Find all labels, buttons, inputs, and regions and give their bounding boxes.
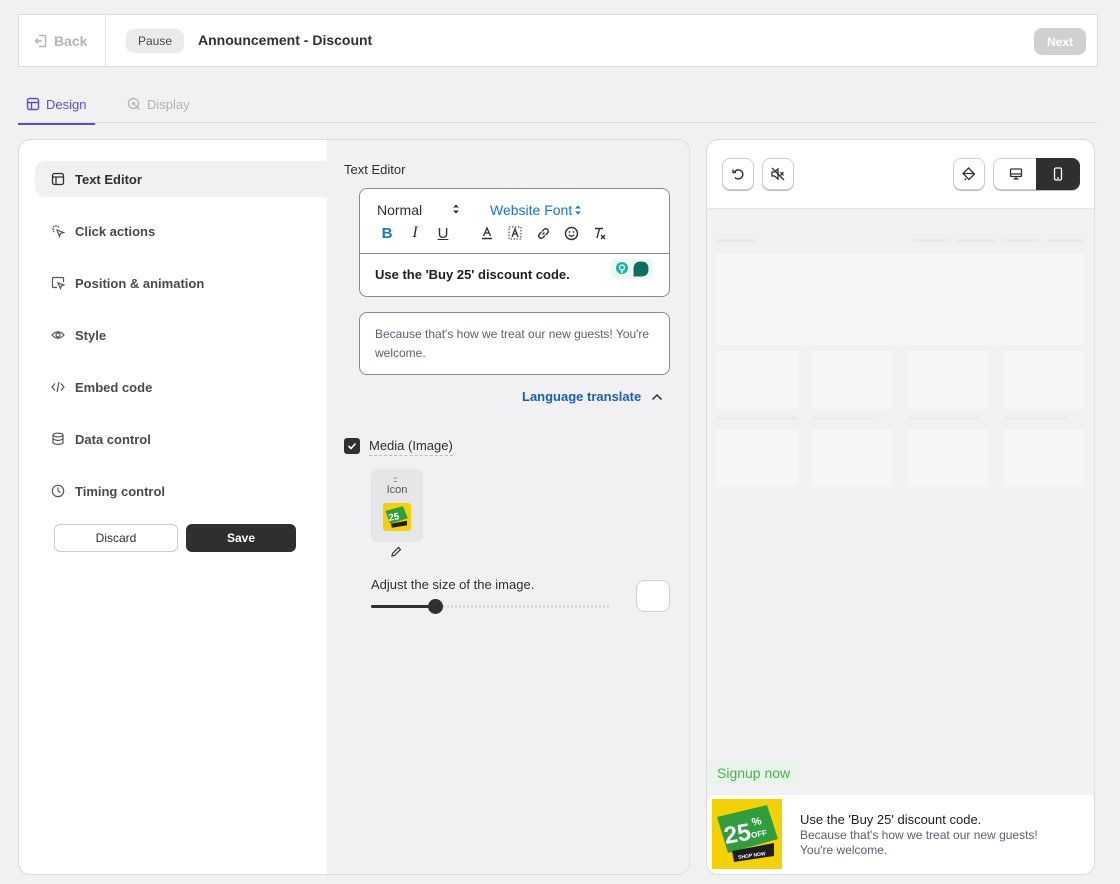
image-tile-label: Icon	[386, 484, 408, 496]
paint-bucket-icon	[962, 167, 976, 181]
preview-canvas: Signup now 25 % OFF SHOP NOW Use the 'Bu…	[707, 208, 1094, 874]
undo-button[interactable]	[722, 158, 754, 190]
cursor-window-icon	[51, 276, 65, 290]
select-arrows-icon	[452, 202, 460, 216]
chevron-up-icon	[652, 393, 663, 400]
chat-icon	[633, 261, 649, 277]
sidebar-item-label: Data control	[75, 431, 151, 447]
pause-button[interactable]: Pause	[126, 29, 185, 53]
rich-text-editor: Normal Website Font B I U Use the 'Buy 2…	[359, 188, 670, 297]
monitor-icon	[1009, 168, 1022, 180]
format-toolbar: B I U	[373, 224, 613, 242]
tab-display[interactable]: Display	[127, 92, 190, 116]
design-icon	[26, 97, 40, 111]
sidebar-item-label: Click actions	[75, 223, 156, 239]
tab-bar: Design Display	[17, 86, 1098, 125]
sidebar-item-position-animation[interactable]: Position & animation	[35, 265, 327, 301]
tab-design-label: Design	[46, 96, 87, 112]
eye-icon	[51, 331, 65, 339]
top-bar: Back Pause Announcement - Discount Next	[18, 14, 1098, 67]
clock-icon	[51, 484, 65, 498]
image-size-input[interactable]	[636, 580, 670, 612]
page-title: Announcement - Discount	[198, 32, 373, 48]
device-toggle	[993, 158, 1080, 190]
edit-image-button[interactable]	[390, 546, 402, 558]
sidebar-item-label: Embed code	[75, 379, 153, 395]
section-title: Text Editor	[344, 162, 406, 177]
exit-icon	[34, 34, 47, 47]
clear-format-button[interactable]	[585, 224, 613, 242]
sidebar-item-embed-code[interactable]: Embed code	[35, 369, 327, 405]
bulb-icon	[616, 262, 628, 274]
database-icon	[52, 432, 64, 446]
preview-panel: Signup now 25 % OFF SHOP NOW Use the 'Bu…	[706, 139, 1095, 875]
text-color-button[interactable]	[473, 224, 501, 242]
back-label: Back	[54, 32, 88, 49]
font-select[interactable]: Website Font	[490, 202, 582, 218]
image-size-slider-fill	[371, 605, 436, 608]
next-button[interactable]: Next	[1034, 28, 1086, 55]
highlight-icon	[508, 226, 522, 240]
style-fill-button[interactable]	[953, 158, 985, 190]
undo-icon	[732, 169, 744, 180]
sidebar-item-label: Timing control	[75, 483, 166, 499]
save-button[interactable]: Save	[186, 524, 296, 552]
badge-number: 25	[722, 819, 753, 850]
announcement-bar-preview: 25 % OFF SHOP NOW Use the 'Buy 25' disco…	[707, 795, 1094, 874]
tab-design[interactable]: Design	[17, 92, 97, 125]
link-button[interactable]	[529, 224, 557, 242]
text-color-icon	[482, 226, 492, 240]
signup-now-link[interactable]: Signup now	[711, 761, 797, 785]
image-tile[interactable]: ::: Icon 25	[371, 469, 423, 542]
sidebar-item-text-editor[interactable]: Text Editor	[35, 161, 327, 197]
sound-toggle-button[interactable]	[762, 158, 794, 190]
emoji-button[interactable]	[557, 224, 585, 242]
sidebar-item-label: Text Editor	[75, 171, 142, 187]
bar-description: Because that's how we treat our new gues…	[800, 828, 1038, 857]
language-translate-label: Language translate	[522, 389, 642, 404]
desktop-view-button[interactable]	[994, 159, 1037, 189]
smile-icon	[564, 226, 578, 240]
sidebar-item-click-actions[interactable]: Click actions	[35, 213, 327, 249]
font-select-label: Website Font	[490, 202, 573, 218]
discard-button[interactable]: Discard	[54, 524, 178, 552]
mute-icon	[771, 167, 785, 181]
back-button[interactable]: Back	[19, 15, 106, 66]
highlight-button[interactable]	[501, 224, 529, 242]
pencil-icon	[391, 546, 402, 557]
image-size-label: Adjust the size of the image.	[371, 577, 535, 592]
bar-headline: Use the 'Buy 25' discount code.	[800, 812, 982, 827]
drag-handle-icon[interactable]: :::	[393, 475, 398, 484]
click-icon	[52, 225, 65, 238]
display-icon	[127, 97, 140, 110]
headline-text[interactable]: Use the 'Buy 25' discount code.	[375, 267, 570, 282]
assistant-icons[interactable]	[611, 259, 653, 279]
link-icon	[537, 227, 549, 239]
settings-panel: Text Editor Click actions Position & ani…	[18, 139, 690, 875]
sidebar-item-data-control[interactable]: Data control	[35, 421, 327, 457]
bold-button[interactable]: B	[373, 224, 401, 242]
select-arrows-icon	[575, 205, 582, 215]
discount-badge-thumbnail: 25	[383, 503, 411, 531]
underline-button[interactable]: U	[429, 224, 457, 242]
sidebar-item-timing-control[interactable]: Timing control	[35, 473, 327, 509]
check-icon	[347, 442, 357, 450]
sidebar-item-style[interactable]: Style	[35, 317, 327, 353]
discount-badge-image: 25 % OFF SHOP NOW	[712, 799, 782, 869]
code-icon	[51, 381, 65, 393]
layout-icon	[51, 172, 65, 186]
language-translate-toggle[interactable]: Language translate	[522, 389, 663, 404]
media-label: Media (Image)	[369, 438, 453, 456]
description-input[interactable]: Because that's how we treat our new gues…	[359, 312, 670, 375]
media-checkbox[interactable]	[344, 438, 360, 454]
italic-button[interactable]: I	[401, 224, 429, 242]
mobile-icon	[1053, 167, 1063, 181]
sidebar-item-label: Style	[75, 327, 107, 343]
block-format-select[interactable]: Normal	[377, 202, 422, 218]
clear-format-icon	[594, 227, 605, 239]
sidebar-item-label: Position & animation	[75, 275, 205, 291]
mobile-view-button[interactable]	[1036, 158, 1080, 190]
tab-display-label: Display	[147, 96, 190, 112]
